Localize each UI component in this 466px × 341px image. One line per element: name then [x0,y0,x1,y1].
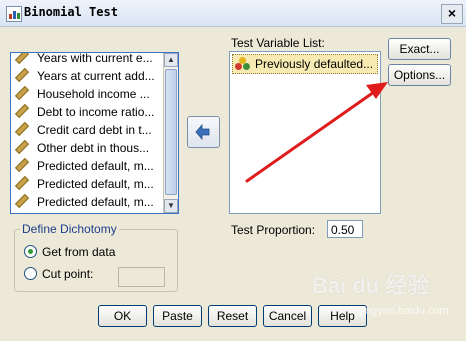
list-item[interactable]: Credit card debt in t... [11,121,162,139]
list-item-label: Predicted default, m... [37,177,154,191]
paste-button-label: Paste [162,309,193,323]
list-item[interactable]: Years with current e... [11,52,162,67]
cut-point-label: Cut point: [42,267,94,281]
cut-point-radio[interactable]: Cut point: [24,267,93,283]
define-dichotomy-title: Define Dichotomy [20,222,119,236]
test-proportion-label: Test Proportion: [231,223,316,237]
list-item-label: Years with current e... [37,52,153,65]
radio-unselected-icon [24,267,37,281]
scale-ruler-icon [14,85,30,100]
scroll-up-arrow-icon[interactable]: ▲ [164,53,178,67]
paste-button[interactable]: Paste [153,305,202,327]
get-from-data-radio[interactable]: Get from data [24,245,115,261]
radio-selected-icon [24,245,37,259]
arrow-left-icon [195,124,210,140]
ok-button[interactable]: OK [98,305,147,327]
vertical-scrollbar[interactable]: ▲ ▼ [163,53,178,213]
spss-app-icon [6,6,22,22]
list-item[interactable]: Predicted default, m... [11,193,162,211]
help-button-label: Help [330,309,355,323]
watermark-logo: Bai du 经验 [312,273,430,298]
list-item[interactable]: Household income ... [11,85,162,103]
title-bar: Binomial Test × [0,0,466,27]
exact-button[interactable]: Exact... [388,38,451,60]
options-button[interactable]: Options... [388,64,451,86]
scale-ruler-icon [14,157,30,172]
source-variable-list[interactable]: Years with current e... Years at current… [10,52,179,214]
test-proportion-input[interactable]: 0.50 [327,220,363,238]
cancel-button-label: Cancel [268,309,307,323]
close-button[interactable]: × [441,4,463,24]
list-item[interactable]: Predicted default, m... [11,157,162,175]
list-item[interactable]: Other debt in thous... [11,139,162,157]
list-item[interactable]: Debt to income ratio... [11,103,162,121]
list-item-label: Other debt in thous... [37,141,150,155]
list-item-label: Credit card debt in t... [37,123,152,137]
scale-ruler-icon [14,121,30,136]
window-title: Binomial Test [24,5,118,19]
list-item-label: Previously defaulted... [255,57,374,71]
scale-ruler-icon [14,103,30,118]
list-item-label: Debt to income ratio... [37,105,155,119]
cut-point-input[interactable] [118,267,165,287]
move-variable-button[interactable] [187,116,220,148]
source-variable-items: Years with current e... Years at current… [11,53,162,211]
get-from-data-label: Get from data [42,245,116,259]
scale-ruler-icon [14,175,30,190]
list-item-label: Predicted default, m... [37,195,154,209]
scale-ruler-icon [14,53,30,64]
nominal-variable-icon [235,56,251,71]
scale-ruler-icon [14,139,30,154]
scroll-down-arrow-icon[interactable]: ▼ [164,199,178,213]
watermark-url: jingyan.baidu.com [360,305,449,317]
cancel-button[interactable]: Cancel [263,305,312,327]
options-button-label: Options... [393,68,446,82]
list-item-label: Predicted default, m... [37,159,154,173]
scale-ruler-icon [14,67,30,82]
test-variable-list-label: Test Variable List: [231,36,325,50]
list-item[interactable]: Years at current add... [11,67,162,85]
list-item-label: Years at current add... [37,69,155,83]
list-item[interactable]: Previously defaulted... [232,54,378,74]
ok-button-label: OK [113,309,132,323]
test-variable-list[interactable]: Previously defaulted... [229,51,381,214]
list-item-label: Household income ... [37,87,150,101]
list-item[interactable]: Predicted default, m... [11,175,162,193]
scrollbar-thumb[interactable] [165,69,177,195]
reset-button-label: Reset [216,309,249,323]
reset-button[interactable]: Reset [208,305,257,327]
scale-ruler-icon [14,193,30,208]
exact-button-label: Exact... [399,42,440,56]
